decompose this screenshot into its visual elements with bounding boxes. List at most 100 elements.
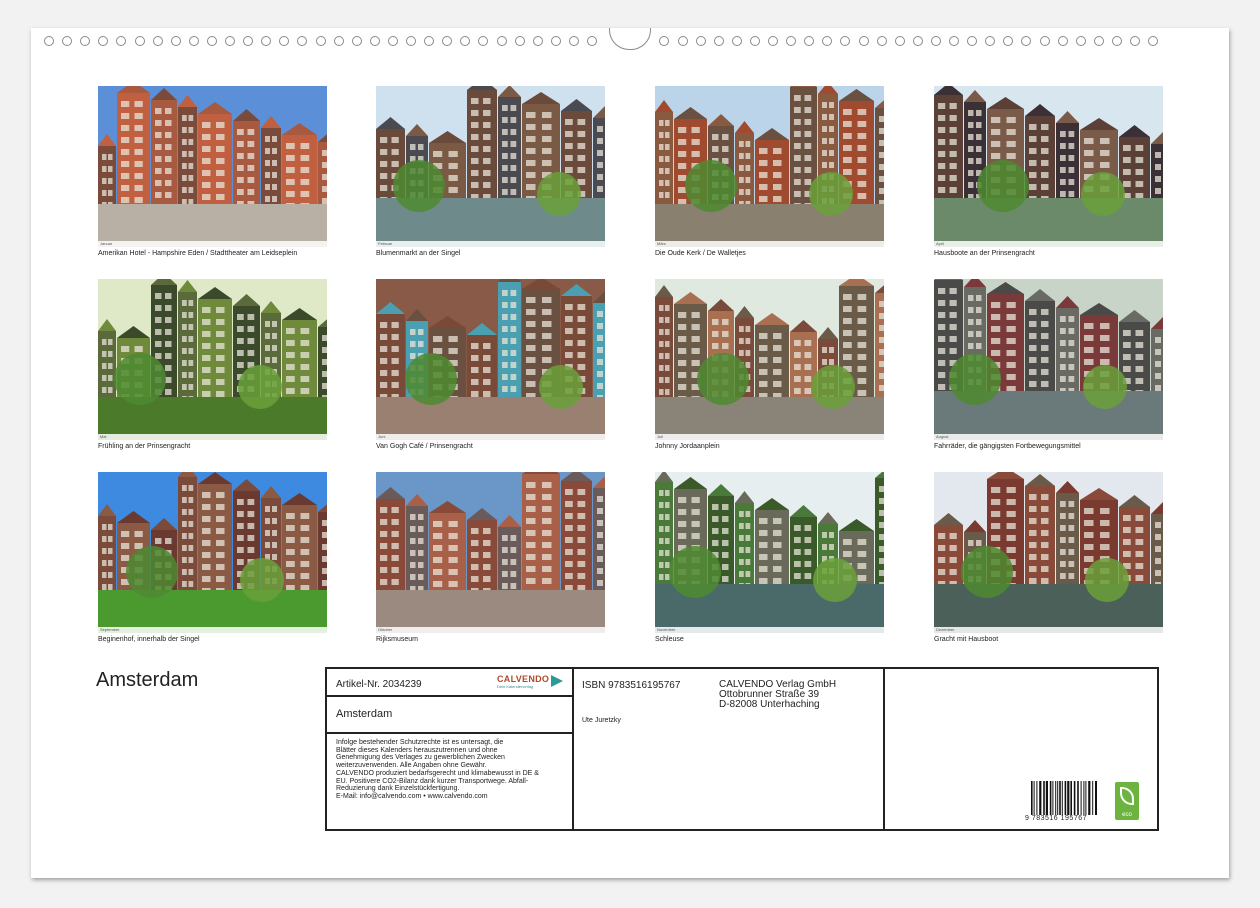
binding-ring xyxy=(460,36,470,46)
binding-ring xyxy=(804,36,814,46)
month-label: Januar xyxy=(100,241,112,247)
photo-caption: Beginenhof, innerhalb der Singel xyxy=(98,636,327,644)
binding-ring xyxy=(189,36,199,46)
binding-ring xyxy=(840,36,850,46)
legal-line: Reduzierung dank Einzelstückfertigung. xyxy=(336,785,568,793)
binding-ring xyxy=(1148,36,1158,46)
divider xyxy=(883,669,885,829)
photo-caption: Blumenmarkt an der Singel xyxy=(376,250,605,258)
binding-ring xyxy=(316,36,326,46)
month-label: September xyxy=(100,627,120,633)
month-label: März xyxy=(657,241,666,247)
photo-caption: Van Gogh Café / Prinsengracht xyxy=(376,443,605,451)
logo-name: CALVENDO xyxy=(497,674,549,684)
binding-ring xyxy=(370,36,380,46)
month-label: Februar xyxy=(378,241,392,247)
binding-ring xyxy=(279,36,289,46)
binding-ring xyxy=(533,36,543,46)
legal-line: Blätter dieses Kalenders herauszutrennen… xyxy=(336,747,568,755)
month-label: November xyxy=(657,627,675,633)
binding-ring xyxy=(352,36,362,46)
binding-ring xyxy=(497,36,507,46)
binding-ring xyxy=(985,36,995,46)
binding-ring xyxy=(1021,36,1031,46)
photo-caption: Gracht mit Hausboot xyxy=(934,636,1163,644)
leaf-icon xyxy=(1120,787,1134,805)
binding-ring xyxy=(877,36,887,46)
photo-caption: Schleuse xyxy=(655,636,884,644)
binding-ring xyxy=(80,36,90,46)
publisher-address: CALVENDO Verlag GmbHOttobrunner Straße 3… xyxy=(719,680,836,710)
eco-label: eco xyxy=(1115,812,1139,818)
legal-notice: Infolge bestehender Schutzrechte ist es … xyxy=(336,739,568,801)
logo-mark-icon xyxy=(551,675,563,687)
month-strip: Juli xyxy=(655,434,884,440)
binding-ring xyxy=(569,36,579,46)
photo-caption: Amerikan Hotel - Hampshire Eden / Stadtt… xyxy=(98,250,327,258)
binding-ring xyxy=(732,36,742,46)
month-strip: April xyxy=(934,241,1163,247)
legal-line: weiterzuverwenden. Alle Angaben ohne Gew… xyxy=(336,762,568,770)
binding-ring xyxy=(424,36,434,46)
calendar-photo: November xyxy=(655,472,884,633)
binding-ring xyxy=(207,36,217,46)
binding-ring xyxy=(44,36,54,46)
binding-ring xyxy=(551,36,561,46)
binding-ring xyxy=(297,36,307,46)
calendar-photo: Februar xyxy=(376,86,605,247)
binding-ring xyxy=(116,36,126,46)
calendar-photo: Dezember xyxy=(934,472,1163,633)
spiral-binding xyxy=(31,28,1229,54)
month-label: August xyxy=(936,434,948,440)
binding-ring xyxy=(949,36,959,46)
month-strip: September xyxy=(98,627,327,633)
binding-ring xyxy=(859,36,869,46)
binding-ring xyxy=(931,36,941,46)
binding-ring xyxy=(62,36,72,46)
calendar-photo: Mai xyxy=(98,279,327,440)
divider xyxy=(327,732,572,734)
publisher-line: D-82008 Unterhaching xyxy=(719,700,836,710)
month-label: Oktober xyxy=(378,627,392,633)
divider xyxy=(327,695,572,697)
legal-line: EU. Positivere CO2-Bilanz dank kurzer Tr… xyxy=(336,778,568,786)
binding-ring xyxy=(696,36,706,46)
month-label: April xyxy=(936,241,944,247)
binding-ring xyxy=(895,36,905,46)
binding-ring xyxy=(388,36,398,46)
binding-ring xyxy=(406,36,416,46)
binding-ring xyxy=(243,36,253,46)
binding-ring xyxy=(587,36,597,46)
logo-tagline: Dein Kalenderverlag xyxy=(497,684,533,689)
month-strip: November xyxy=(655,627,884,633)
product-title: Amsterdam xyxy=(336,708,392,720)
month-strip: März xyxy=(655,241,884,247)
month-strip: Juni xyxy=(376,434,605,440)
binding-ring xyxy=(678,36,688,46)
binding-ring xyxy=(659,36,669,46)
calendar-photo: Januar xyxy=(98,86,327,247)
binding-ring xyxy=(478,36,488,46)
eco-badge: eco xyxy=(1115,782,1139,820)
info-box: Artikel-Nr. 2034239 CALVENDO Dein Kalend… xyxy=(325,667,1159,831)
calendar-photo: September xyxy=(98,472,327,633)
photo-caption: Rijksmuseum xyxy=(376,636,605,644)
author: Ute Juretzky xyxy=(582,717,621,724)
hanger-notch xyxy=(609,28,651,50)
binding-ring xyxy=(261,36,271,46)
calendar-photo: August xyxy=(934,279,1163,440)
divider xyxy=(572,669,574,829)
month-label: Mai xyxy=(100,434,106,440)
month-strip: Dezember xyxy=(934,627,1163,633)
month-strip: Januar xyxy=(98,241,327,247)
article-number: Artikel-Nr. 2034239 xyxy=(336,679,422,690)
calendar-sheet: Januar Amerikan Hotel - Hampshire Eden / … xyxy=(31,28,1229,878)
binding-ring xyxy=(750,36,760,46)
barcode-number: 9 783516 195767 xyxy=(1025,815,1087,822)
month-strip: August xyxy=(934,434,1163,440)
month-label: Juni xyxy=(378,434,385,440)
binding-ring xyxy=(1112,36,1122,46)
calendar-photo: Juli xyxy=(655,279,884,440)
barcode-icon xyxy=(1031,781,1097,815)
binding-ring xyxy=(967,36,977,46)
